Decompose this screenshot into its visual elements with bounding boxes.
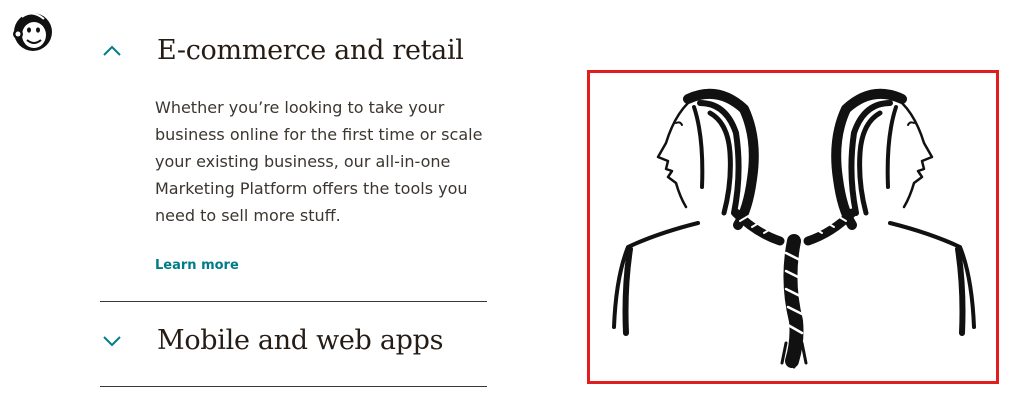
- accordion-item-mobile-web: Mobile and web apps: [100, 318, 487, 364]
- learn-more-link[interactable]: Learn more: [155, 256, 239, 276]
- accordion-item-ecommerce: E-commerce and retail: [100, 28, 487, 74]
- illustration-frame: [587, 70, 999, 384]
- divider: [100, 301, 487, 302]
- divider: [100, 386, 487, 387]
- mailchimp-logo-icon[interactable]: [10, 8, 56, 54]
- accordion-title: Mobile and web apps: [157, 325, 444, 356]
- accordion-header-ecommerce[interactable]: E-commerce and retail: [100, 28, 487, 74]
- braided-heads-illustration-icon: [612, 88, 976, 369]
- accordion-title: E-commerce and retail: [157, 35, 464, 66]
- chevron-up-icon: [103, 45, 121, 56]
- accordion-header-mobile-web[interactable]: Mobile and web apps: [100, 318, 487, 364]
- accordion-body-text: Whether you’re looking to take your busi…: [155, 98, 483, 225]
- chevron-down-icon: [103, 336, 121, 347]
